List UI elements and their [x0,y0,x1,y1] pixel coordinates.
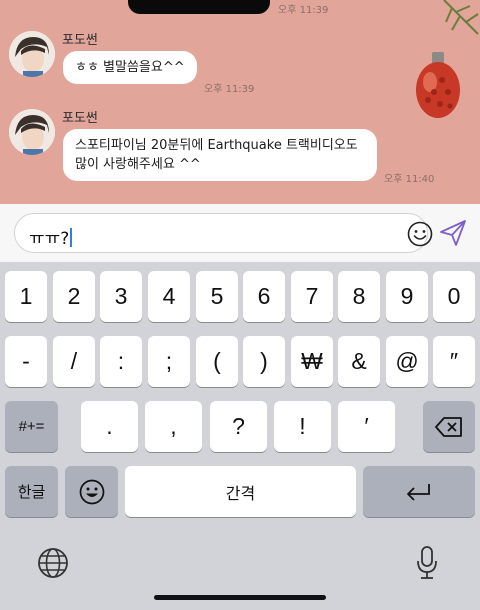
emoji-icon [79,479,104,504]
text-caret [70,228,73,247]
key-7[interactable]: 7 [291,271,333,322]
message-bubble[interactable]: ㅎㅎ 별말씀을요^^ [63,51,197,84]
profile-photo [9,31,55,77]
ornament-decoration [416,52,460,118]
key-0[interactable]: 0 [433,271,475,322]
message-bubble[interactable]: 스포티파이님 20분뒤에 Earthquake 트랙비디오도 많이 사랑해주세요… [63,129,377,181]
microphone-icon[interactable] [415,545,439,581]
message-time: 오후 11:39 [204,84,255,95]
message-input[interactable]: ㅠㅠ? [14,213,433,253]
language-key[interactable]: 한글 [5,466,58,517]
message-time: 오후 11:40 [384,174,435,185]
key-exclamation[interactable]: ! [274,401,331,452]
backspace-icon [435,416,462,437]
key-slash[interactable]: / [53,336,95,387]
return-icon [407,483,430,501]
key-question[interactable]: ? [210,401,267,452]
sender-name: 포도썬 [62,111,98,126]
key-double-prime[interactable]: ″ [433,336,475,387]
pine-branch-decoration [443,0,479,35]
space-key[interactable]: 간격 [125,466,356,517]
message-input-text: ㅠㅠ? [29,224,73,249]
key-1[interactable]: 1 [5,271,47,322]
profile-photo [9,109,55,155]
chat-area: 오후 11:39 포도썬 ㅎㅎ 별말씀을요^^ 오후 11:39 포도썬 스포티… [0,0,480,204]
key-9[interactable]: 9 [386,271,428,322]
message-input-bar: ㅠㅠ? [0,204,480,262]
message-time: 오후 11:39 [278,5,329,16]
key-won[interactable]: ₩ [291,336,333,387]
send-icon[interactable] [438,218,468,248]
emoji-icon[interactable] [407,221,433,247]
return-key[interactable] [363,466,475,517]
key-open-paren[interactable]: ( [196,336,238,387]
key-ampersand[interactable]: & [338,336,380,387]
key-period[interactable]: . [81,401,138,452]
backspace-key[interactable] [423,401,475,452]
message-line: 스포티파이님 20분뒤에 Earthquake 트랙비디오도 [75,138,358,153]
key-6[interactable]: 6 [243,271,285,322]
key-8[interactable]: 8 [338,271,380,322]
key-3[interactable]: 3 [100,271,142,322]
key-at[interactable]: @ [386,336,428,387]
key-4[interactable]: 4 [148,271,190,322]
key-semicolon[interactable]: ; [148,336,190,387]
key-2[interactable]: 2 [53,271,95,322]
key-hyphen[interactable]: - [5,336,47,387]
key-5[interactable]: 5 [196,271,238,322]
key-prime[interactable]: ′ [338,401,395,452]
key-close-paren[interactable]: ) [243,336,285,387]
previous-message-bubble-edge [128,0,270,14]
sender-name: 포도썬 [62,33,98,48]
key-comma[interactable]: , [145,401,202,452]
symbols-mode-key[interactable]: #+= [5,401,58,452]
avatar[interactable] [9,31,55,77]
message-input-value: ㅠㅠ? [29,229,70,249]
message-line: 많이 사랑해주세요 ^^ [75,157,201,172]
emoji-key[interactable] [65,466,118,517]
avatar[interactable] [9,109,55,155]
key-colon[interactable]: : [100,336,142,387]
globe-icon[interactable] [37,547,69,579]
home-indicator[interactable] [154,595,326,600]
